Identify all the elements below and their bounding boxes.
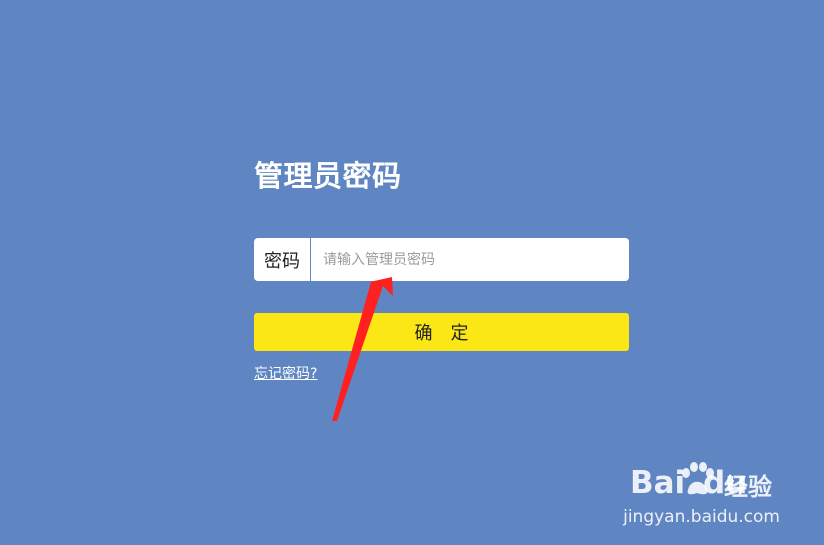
- admin-password-panel: 管理员密码 密码 确定 忘记密码?: [254, 156, 629, 382]
- baidu-jingyan-watermark: Bai du 经验 jingyan.baidu.com: [623, 455, 780, 527]
- page-title: 管理员密码: [254, 159, 402, 193]
- confirm-button[interactable]: 确定: [254, 313, 629, 351]
- password-label: 密码: [254, 238, 311, 281]
- password-input[interactable]: [311, 238, 629, 281]
- watermark-brand-bai: Bai: [630, 465, 686, 501]
- password-field-group: 密码: [254, 238, 629, 281]
- forgot-password-link[interactable]: 忘记密码?: [254, 363, 317, 383]
- watermark-url: jingyan.baidu.com: [623, 507, 780, 527]
- watermark-logo: Bai du 经验: [630, 455, 780, 505]
- watermark-brand-experience: 经验: [724, 473, 772, 501]
